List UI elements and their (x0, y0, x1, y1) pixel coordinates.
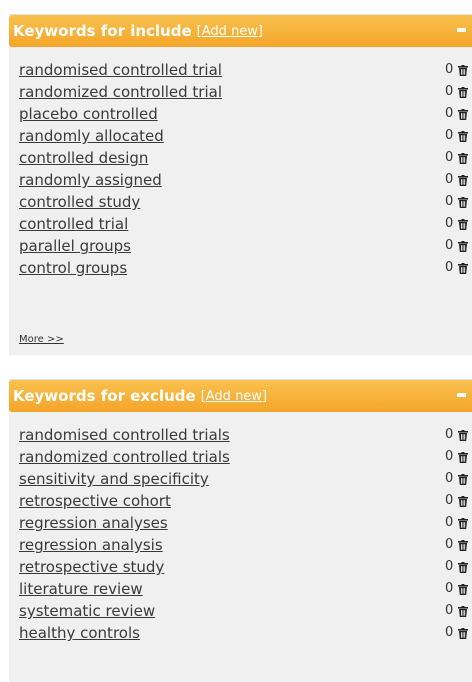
keyword-row: randomly allocated 0 (9, 125, 472, 147)
keyword-link[interactable]: control groups (19, 259, 127, 277)
keyword-link[interactable]: retrospective cohort (19, 492, 171, 510)
keyword-link[interactable]: regression analyses (19, 514, 168, 532)
keyword-row: randomized controlled trials 0 (9, 446, 472, 468)
exclude-keyword-list: randomised controlled trials 0 randomized … (9, 424, 472, 644)
delete-trash-icon[interactable] (458, 562, 468, 573)
keyword-link[interactable]: sensitivity and specificity (19, 470, 209, 488)
delete-trash-icon[interactable] (458, 175, 468, 186)
keyword-row: healthy controls 0 (9, 622, 472, 644)
keyword-count: 0 (445, 603, 454, 618)
keyword-link[interactable]: systematic review (19, 602, 155, 620)
keyword-count: 0 (445, 128, 454, 143)
exclude-keywords-panel: Keywords for exclude [Add new] randomise… (9, 379, 472, 682)
keyword-row: sensitivity and specificity 0 (9, 468, 472, 490)
keyword-row: randomised controlled trial 0 (9, 59, 472, 81)
keyword-row: controlled study 0 (9, 191, 472, 213)
keyword-link[interactable]: randomised controlled trials (19, 426, 230, 444)
keyword-count: 0 (445, 515, 454, 530)
keyword-link[interactable]: controlled trial (19, 215, 128, 233)
exclude-collapse-minus-icon[interactable] (457, 393, 466, 397)
include-keyword-list: randomised controlled trial 0 randomized c… (9, 59, 472, 279)
bracket-close: ] (261, 388, 268, 404)
delete-trash-icon[interactable] (458, 606, 468, 617)
keyword-row: regression analyses 0 (9, 512, 472, 534)
keyword-row: placebo controlled 0 (9, 103, 472, 125)
keyword-count: 0 (445, 625, 454, 640)
keyword-count: 0 (445, 216, 454, 231)
delete-trash-icon[interactable] (458, 197, 468, 208)
delete-trash-icon[interactable] (458, 430, 468, 441)
keyword-row: parallel groups 0 (9, 235, 472, 257)
keyword-row: retrospective study 0 (9, 556, 472, 578)
keyword-link[interactable]: literature review (19, 580, 143, 598)
keyword-row: control groups 0 (9, 257, 472, 279)
keyword-row: regression analysis 0 (9, 534, 472, 556)
keyword-link[interactable]: placebo controlled (19, 105, 158, 123)
keyword-link[interactable]: parallel groups (19, 237, 131, 255)
delete-trash-icon[interactable] (458, 87, 468, 98)
delete-trash-icon[interactable] (458, 263, 468, 274)
keyword-link[interactable]: randomized controlled trial (19, 83, 222, 101)
keyword-link[interactable]: randomised controlled trial (19, 61, 222, 79)
keyword-count: 0 (445, 260, 454, 275)
keyword-count: 0 (445, 150, 454, 165)
include-panel-title: Keywords for include (13, 22, 192, 40)
delete-trash-icon[interactable] (458, 241, 468, 252)
keyword-count: 0 (445, 559, 454, 574)
include-more-link[interactable]: More >> (19, 334, 64, 345)
keyword-count: 0 (445, 172, 454, 187)
exclude-add-new-link[interactable]: Add new (206, 389, 262, 404)
keyword-link[interactable]: controlled design (19, 149, 148, 167)
delete-trash-icon[interactable] (458, 65, 468, 76)
keyword-link[interactable]: randomly assigned (19, 171, 162, 189)
delete-trash-icon[interactable] (458, 628, 468, 639)
keyword-count: 0 (445, 194, 454, 209)
include-add-new-link[interactable]: Add new (202, 24, 258, 39)
keyword-link[interactable]: regression analysis (19, 536, 163, 554)
delete-trash-icon[interactable] (458, 518, 468, 529)
include-keywords-panel: Keywords for include [Add new] randomise… (9, 14, 472, 355)
delete-trash-icon[interactable] (458, 109, 468, 120)
delete-trash-icon[interactable] (458, 474, 468, 485)
bracket-close: ] (257, 23, 263, 39)
delete-trash-icon[interactable] (458, 540, 468, 551)
keyword-link[interactable]: controlled study (19, 193, 140, 211)
keyword-row: controlled trial 0 (9, 213, 472, 235)
delete-trash-icon[interactable] (458, 131, 468, 142)
keyword-count: 0 (445, 62, 454, 77)
keyword-row: randomly assigned 0 (9, 169, 472, 191)
keyword-count: 0 (445, 471, 454, 486)
keyword-count: 0 (445, 493, 454, 508)
keyword-row: controlled design 0 (9, 147, 472, 169)
keyword-row: randomized controlled trial 0 (9, 81, 472, 103)
keyword-count: 0 (445, 238, 454, 253)
exclude-panel-title: Keywords for exclude (13, 387, 196, 405)
keyword-row: literature review 0 (9, 578, 472, 600)
keyword-count: 0 (445, 106, 454, 121)
keyword-row: randomised controlled trials 0 (9, 424, 472, 446)
keyword-link[interactable]: randomized controlled trials (19, 448, 230, 466)
keyword-count: 0 (445, 84, 454, 99)
delete-trash-icon[interactable] (458, 496, 468, 507)
include-collapse-minus-icon[interactable] (457, 28, 466, 32)
delete-trash-icon[interactable] (458, 153, 468, 164)
keyword-row: systematic review 0 (9, 600, 472, 622)
keyword-link[interactable]: retrospective study (19, 558, 164, 576)
keyword-link[interactable]: randomly allocated (19, 127, 164, 145)
keyword-count: 0 (445, 449, 454, 464)
keyword-row: retrospective cohort 0 (9, 490, 472, 512)
delete-trash-icon[interactable] (458, 584, 468, 595)
exclude-panel-header: Keywords for exclude [Add new] (9, 380, 472, 412)
include-panel-header: Keywords for include [Add new] (9, 15, 472, 47)
delete-trash-icon[interactable] (458, 219, 468, 230)
keyword-count: 0 (445, 537, 454, 552)
keyword-link[interactable]: healthy controls (19, 624, 140, 642)
keyword-count: 0 (445, 427, 454, 442)
delete-trash-icon[interactable] (458, 452, 468, 463)
keyword-count: 0 (445, 581, 454, 596)
